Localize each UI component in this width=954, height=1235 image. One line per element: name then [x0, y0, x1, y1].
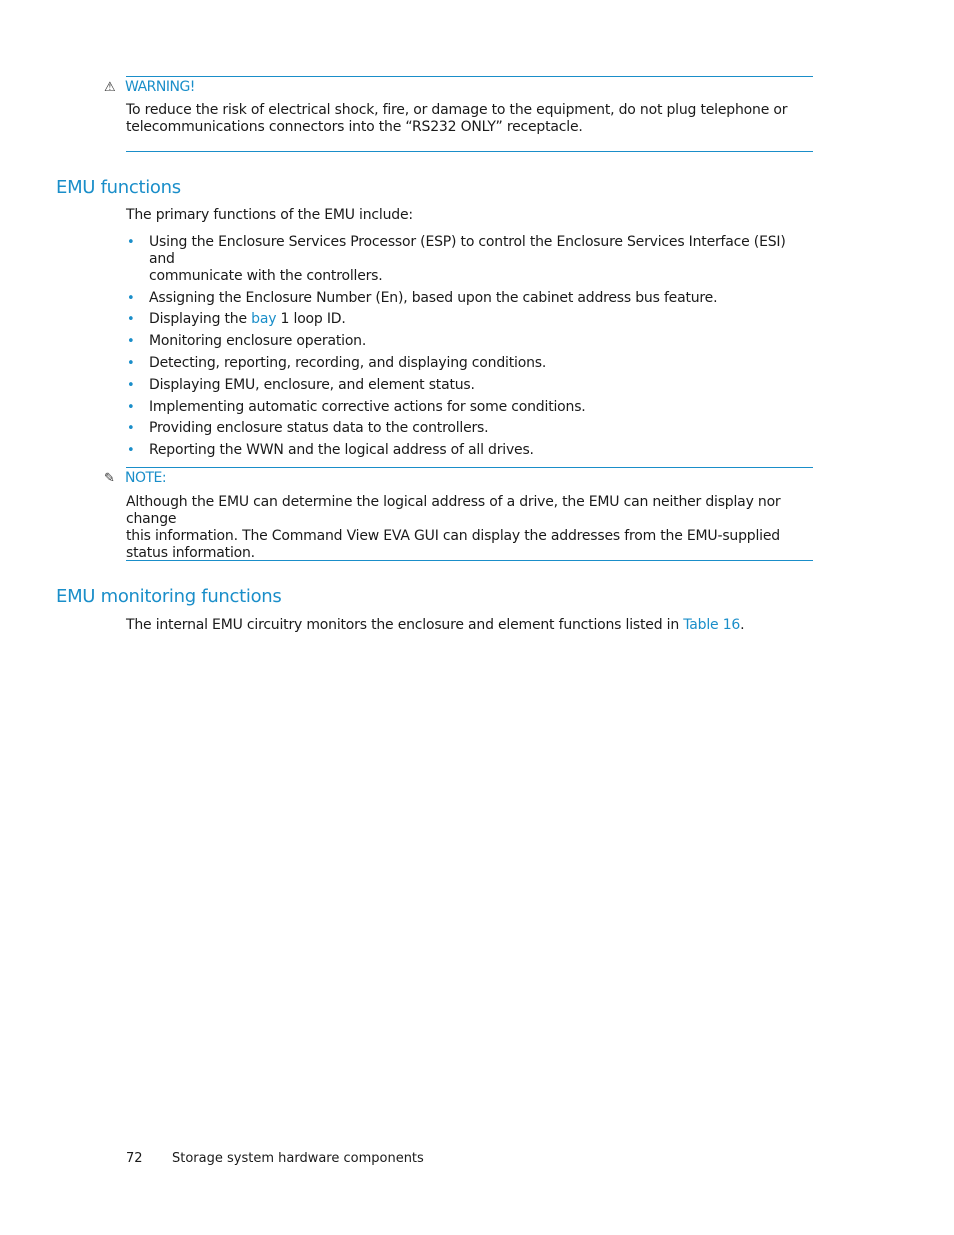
- list-item: • Displaying the bay 1 loop ID.: [126, 311, 806, 328]
- list-item-text: Using the Enclosure Services Processor (…: [149, 234, 786, 267]
- note-box: ✎ NOTE: Although the EMU can determine t…: [104, 467, 813, 562]
- section-title-emu-monitoring: EMU monitoring functions: [56, 586, 282, 607]
- table-16-link[interactable]: Table 16: [683, 617, 740, 633]
- note-heading: ✎ NOTE:: [104, 470, 167, 486]
- list-item: • Reporting the WWN and the logical addr…: [126, 442, 806, 459]
- note-text: Although the EMU can determine the logic…: [126, 494, 813, 562]
- emu-functions-list: • Using the Enclosure Services Processor…: [126, 234, 806, 459]
- list-item-text: Monitoring enclosure operation.: [149, 333, 367, 349]
- emu-monitoring-text-part: .: [740, 617, 745, 633]
- list-item: • Detecting, reporting, recording, and d…: [126, 355, 806, 372]
- list-item-text: 1 loop ID.: [276, 311, 346, 327]
- list-item: • Using the Enclosure Services Processor…: [126, 234, 806, 285]
- warning-text-line: telecommunications connectors into the “…: [126, 119, 583, 135]
- warning-bottom-rule: [126, 151, 813, 152]
- list-item-text: communicate with the controllers.: [149, 268, 383, 284]
- warning-label: WARNING!: [125, 79, 195, 95]
- list-item-text: Displaying the: [149, 311, 252, 327]
- warning-box: ⚠ WARNING! To reduce the risk of electri…: [104, 76, 813, 153]
- list-item: • Monitoring enclosure operation.: [126, 333, 806, 350]
- note-top-rule: [126, 467, 813, 468]
- note-pencil-icon: ✎: [104, 470, 115, 486]
- bullet-icon: •: [127, 400, 135, 415]
- bullet-icon: •: [127, 421, 135, 436]
- chapter-title: Storage system hardware components: [172, 1151, 424, 1166]
- list-item-text: Assigning the Enclosure Number (En), bas…: [149, 290, 718, 306]
- bay-link[interactable]: bay: [251, 311, 276, 327]
- emu-functions-intro: The primary functions of the EMU include…: [126, 207, 413, 223]
- warning-text: To reduce the risk of electrical shock, …: [126, 102, 787, 136]
- list-item: • Providing enclosure status data to the…: [126, 420, 806, 437]
- page-footer: 72 Storage system hardware components: [126, 1151, 424, 1166]
- list-item-text: Displaying EMU, enclosure, and element s…: [149, 377, 475, 393]
- list-item: • Implementing automatic corrective acti…: [126, 399, 806, 416]
- note-bottom-rule: [126, 560, 813, 561]
- section-title-emu-functions: EMU functions: [56, 177, 181, 198]
- list-item-text: Reporting the WWN and the logical addres…: [149, 442, 534, 458]
- page-number: 72: [126, 1151, 143, 1166]
- warning-triangle-icon: ⚠: [104, 79, 116, 95]
- warning-text-line: To reduce the risk of electrical shock, …: [126, 102, 788, 118]
- list-item-text: Providing enclosure status data to the c…: [149, 420, 489, 436]
- bullet-icon: •: [127, 312, 135, 327]
- note-text-line: Although the EMU can determine the logic…: [126, 494, 781, 527]
- bullet-icon: •: [127, 356, 135, 371]
- warning-top-rule: [126, 76, 813, 77]
- emu-monitoring-text: The internal EMU circuitry monitors the …: [126, 617, 745, 634]
- emu-monitoring-text-part: The internal EMU circuitry monitors the …: [126, 617, 684, 633]
- bullet-icon: •: [127, 334, 135, 349]
- bullet-icon: •: [127, 378, 135, 393]
- list-item: • Assigning the Enclosure Number (En), b…: [126, 290, 806, 307]
- bullet-icon: •: [127, 443, 135, 458]
- list-item: • Displaying EMU, enclosure, and element…: [126, 377, 806, 394]
- bullet-icon: •: [127, 291, 135, 306]
- warning-heading: ⚠ WARNING!: [104, 79, 195, 95]
- list-item-text: Implementing automatic corrective action…: [149, 399, 586, 415]
- list-item-text: Detecting, reporting, recording, and dis…: [149, 355, 547, 371]
- bullet-icon: •: [127, 235, 135, 250]
- note-label: NOTE:: [125, 470, 167, 486]
- note-text-line: this information. The Command View EVA G…: [126, 528, 780, 544]
